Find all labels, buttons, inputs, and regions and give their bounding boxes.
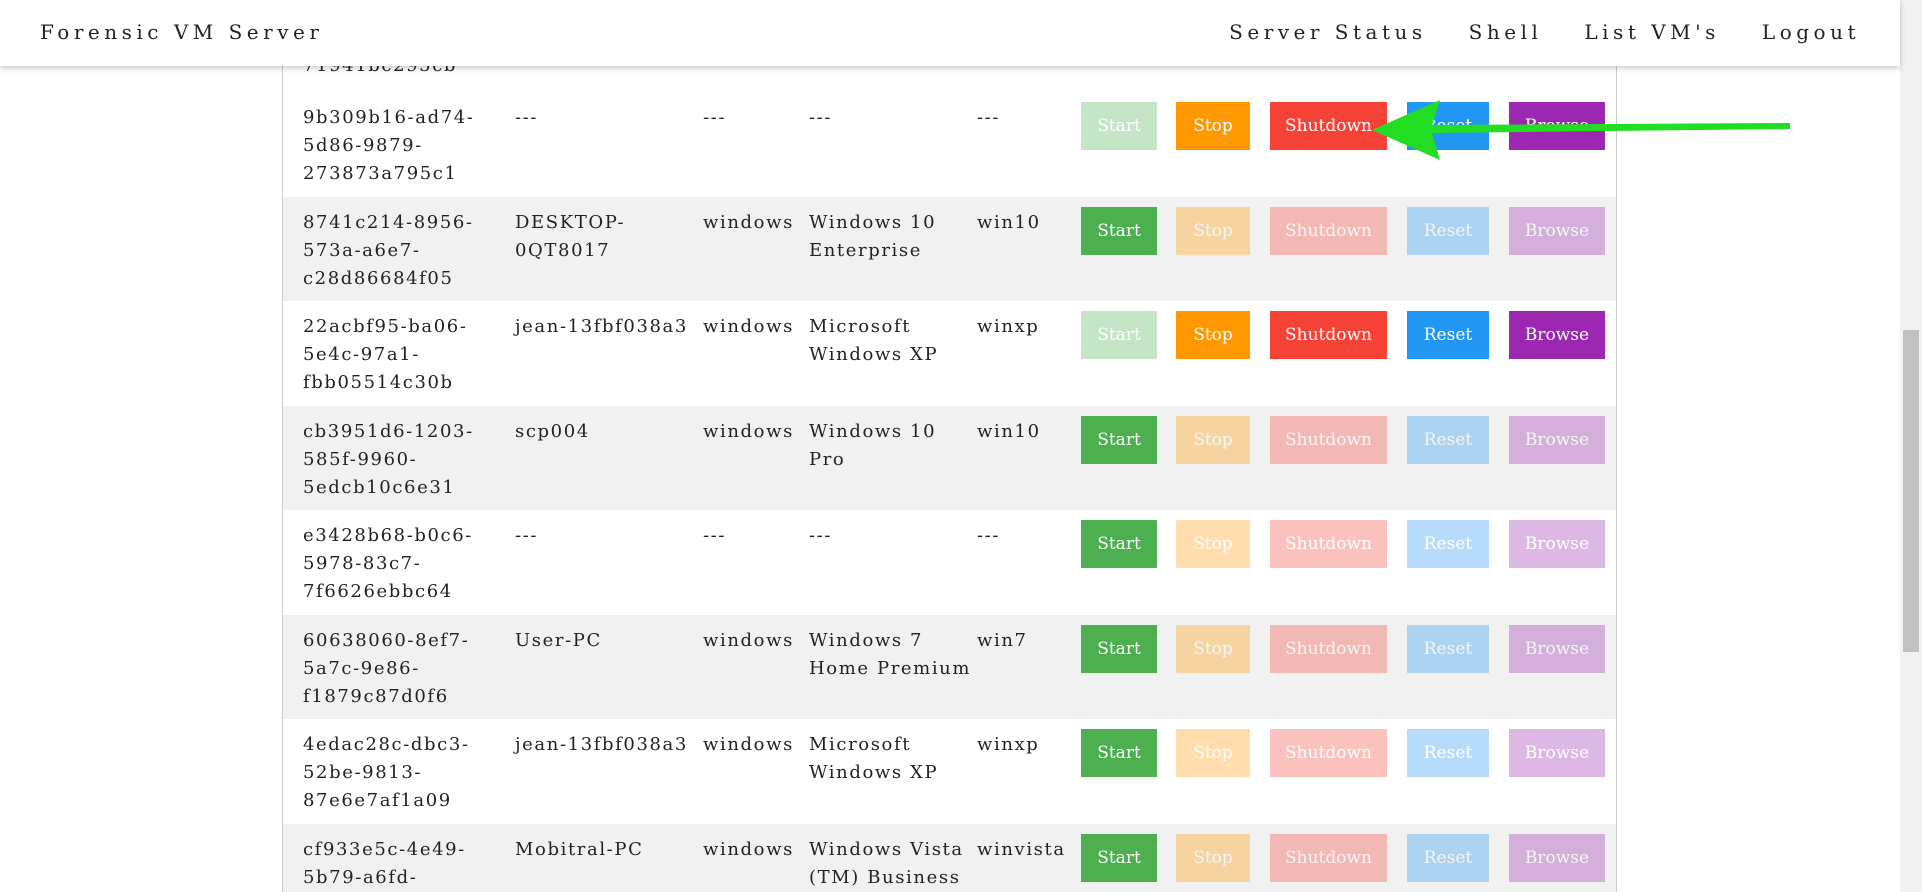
browse-button[interactable]: Browse <box>1509 206 1605 255</box>
nav-list-vms[interactable]: List VM's <box>1584 20 1720 44</box>
browse-button[interactable]: Browse <box>1509 624 1605 673</box>
start-button[interactable]: Start <box>1081 520 1157 568</box>
reset-button[interactable]: Reset <box>1407 833 1489 882</box>
shutdown-button[interactable]: Shutdown <box>1270 206 1387 255</box>
vm-os-version: winxp <box>977 734 1040 755</box>
stop-button[interactable]: Stop <box>1176 833 1250 882</box>
vm-name: Mobitral-PC <box>515 838 644 860</box>
table-row: e3428b68-b0c6-5978-83c7-7f6626ebbc64 --- -… <box>283 510 1616 615</box>
stop-button[interactable]: Stop <box>1176 102 1250 150</box>
vm-os-name: --- <box>809 525 833 546</box>
shutdown-button[interactable]: Shutdown <box>1270 102 1387 150</box>
table-row: 22acbf95-ba06-5e4c-97a1-fbb05514c30b jean… <box>283 301 1616 406</box>
vm-os-name: Windows Vista (TM) Business <box>809 838 964 888</box>
vm-uuid: 8741c214-8956-573a-a6e7-c28d86684f05 <box>303 211 474 289</box>
vm-name: --- <box>515 525 539 546</box>
vm-os-version: win7 <box>977 629 1028 651</box>
table-row: 8741c214-8956-573a-a6e7-c28d86684f05 DESK… <box>283 196 1616 301</box>
table-row: 60638060-8ef7-5a7c-9e86-f1879c87d0f6 User… <box>283 614 1616 719</box>
shutdown-button[interactable]: Shutdown <box>1270 624 1387 673</box>
vm-os-version: win10 <box>977 211 1041 233</box>
vm-uuid: 9b309b16-ad74-5d86-9879-273873a795c1 <box>303 107 475 184</box>
shutdown-button[interactable]: Shutdown <box>1270 833 1387 882</box>
vm-os-name: Windows 7 Home Premium <box>809 629 972 679</box>
start-button[interactable]: Start <box>1081 206 1157 255</box>
reset-button[interactable]: Reset <box>1407 415 1489 464</box>
vm-rows: 9b309b16-ad74-5d86-9879-273873a795c1 --- -… <box>283 92 1616 892</box>
vm-os-name: Windows 10 Pro <box>809 420 937 470</box>
vm-os-name: --- <box>809 107 833 128</box>
nav-shell[interactable]: Shell <box>1469 20 1543 44</box>
vm-os: windows <box>703 838 794 860</box>
reset-button[interactable]: Reset <box>1407 624 1489 673</box>
vm-os-version: --- <box>977 525 1001 546</box>
browse-button[interactable]: Browse <box>1509 311 1605 359</box>
vm-uuid: cf933e5c-4e49-5b79-a6fd- <box>303 838 466 888</box>
reset-button[interactable]: Reset <box>1407 520 1489 568</box>
vm-uuid: e3428b68-b0c6-5978-83c7-7f6626ebbc64 <box>303 525 473 602</box>
start-button[interactable]: Start <box>1081 729 1157 777</box>
start-button[interactable]: Start <box>1081 415 1157 464</box>
scrollbar-thumb[interactable] <box>1903 330 1919 652</box>
vm-uuid: 4edac28c-dbc3-52be-9813-87e6e7af1a09 <box>303 734 470 811</box>
vm-os: --- <box>703 107 727 128</box>
table-row: cf933e5c-4e49-5b79-a6fd- Mobitral-PC windo… <box>283 823 1616 892</box>
table-row: cb3951d6-1203-585f-9960-5edcb10c6e31 scp0… <box>283 405 1616 510</box>
shutdown-button[interactable]: Shutdown <box>1270 729 1387 777</box>
stop-button[interactable]: Stop <box>1176 311 1250 359</box>
vm-os-name: Windows 10 Enterprise <box>809 211 937 261</box>
vm-os-version: win10 <box>977 420 1041 442</box>
page-scrollbar[interactable] <box>1900 0 1922 892</box>
vm-name: jean-13fbf038a3 <box>515 734 688 755</box>
vm-name: User-PC <box>515 629 602 651</box>
vm-os: windows <box>703 211 794 233</box>
shutdown-button[interactable]: Shutdown <box>1270 520 1387 568</box>
vm-name: jean-13fbf038a3 <box>515 316 688 337</box>
nav-logout[interactable]: Logout <box>1762 20 1860 44</box>
brand-title[interactable]: Forensic VM Server <box>40 20 323 44</box>
shutdown-button[interactable]: Shutdown <box>1270 311 1387 359</box>
vm-os-name: Microsoft Windows XP <box>809 734 939 783</box>
vm-os-version: winvista <box>977 838 1066 860</box>
reset-button[interactable]: Reset <box>1407 729 1489 777</box>
vm-name: scp004 <box>515 420 590 442</box>
vm-name: --- <box>515 107 539 128</box>
browse-button[interactable]: Browse <box>1509 833 1605 882</box>
shutdown-button[interactable]: Shutdown <box>1270 415 1387 464</box>
nav-links: Server Status Shell List VM's Logout <box>1229 20 1860 44</box>
vm-uuid: 22acbf95-ba06-5e4c-97a1-fbb05514c30b <box>303 316 468 393</box>
browse-button[interactable]: Browse <box>1509 415 1605 464</box>
vm-table: 71941bc295cb 9b309b16-ad74-5d86-9879-273… <box>282 0 1617 892</box>
vm-os: windows <box>703 316 794 337</box>
vm-os-version: winxp <box>977 316 1040 337</box>
reset-button[interactable]: Reset <box>1407 102 1489 150</box>
start-button[interactable]: Start <box>1081 102 1157 150</box>
vm-os-name: Microsoft Windows XP <box>809 316 939 365</box>
stop-button[interactable]: Stop <box>1176 415 1250 464</box>
browse-button[interactable]: Browse <box>1509 729 1605 777</box>
stop-button[interactable]: Stop <box>1176 520 1250 568</box>
browse-button[interactable]: Browse <box>1509 102 1605 150</box>
vm-os: --- <box>703 525 727 546</box>
vm-uuid: 60638060-8ef7-5a7c-9e86-f1879c87d0f6 <box>303 629 470 707</box>
vm-os: windows <box>703 734 794 755</box>
vm-name: DESKTOP-0QT8017 <box>515 211 626 261</box>
start-button[interactable]: Start <box>1081 833 1157 882</box>
stop-button[interactable]: Stop <box>1176 624 1250 673</box>
start-button[interactable]: Start <box>1081 624 1157 673</box>
reset-button[interactable]: Reset <box>1407 206 1489 255</box>
vm-os-version: --- <box>977 107 1001 128</box>
vm-os: windows <box>703 629 794 651</box>
stop-button[interactable]: Stop <box>1176 206 1250 255</box>
table-row: 9b309b16-ad74-5d86-9879-273873a795c1 --- -… <box>283 92 1616 197</box>
vm-os: windows <box>703 420 794 442</box>
nav-server-status[interactable]: Server Status <box>1229 20 1427 44</box>
table-row: 4edac28c-dbc3-52be-9813-87e6e7af1a09 jean… <box>283 719 1616 824</box>
top-navbar: Forensic VM Server Server Status Shell L… <box>0 0 1900 66</box>
stop-button[interactable]: Stop <box>1176 729 1250 777</box>
vm-uuid: cb3951d6-1203-585f-9960-5edcb10c6e31 <box>303 420 474 498</box>
browse-button[interactable]: Browse <box>1509 520 1605 568</box>
reset-button[interactable]: Reset <box>1407 311 1489 359</box>
start-button[interactable]: Start <box>1081 311 1157 359</box>
